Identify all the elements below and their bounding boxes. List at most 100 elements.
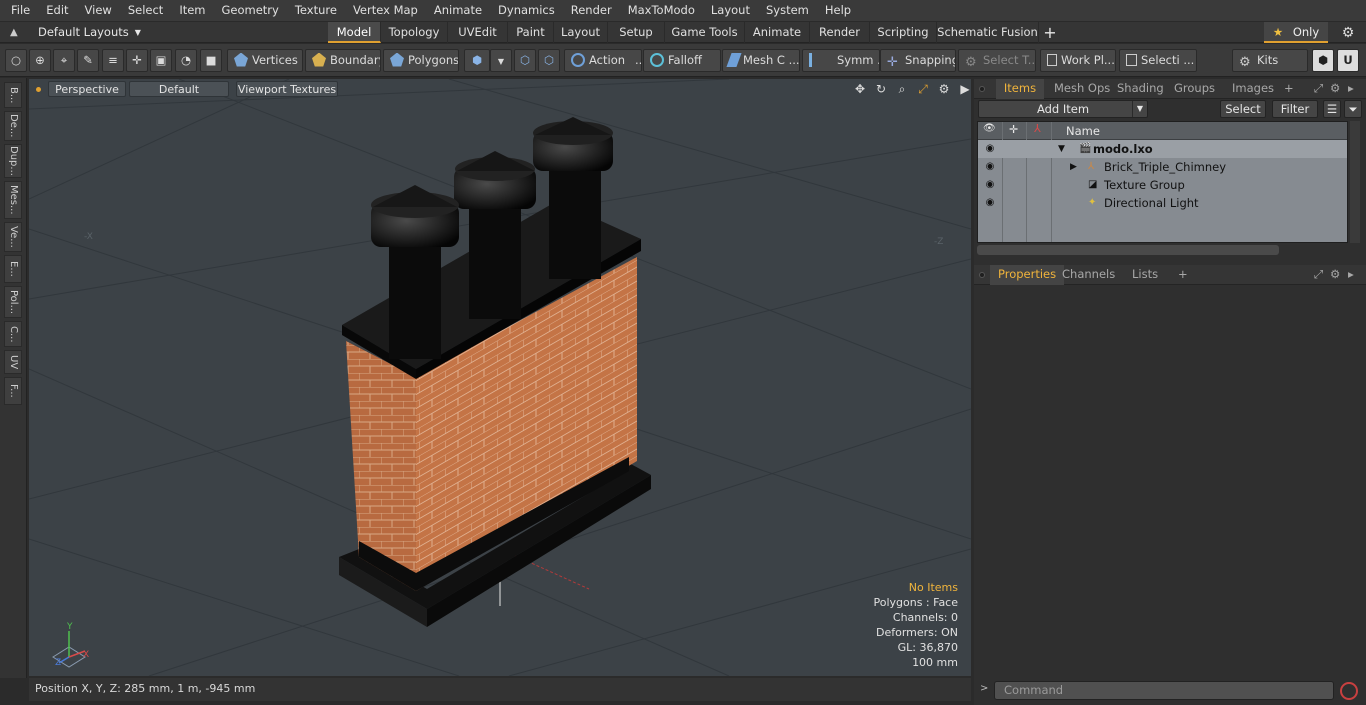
falloff-button[interactable]: Falloff xyxy=(643,49,721,72)
3d-viewport[interactable]: Y X Z -X -Z Perspective Default Viewport… xyxy=(29,79,971,676)
center-icon[interactable]: ▣ xyxy=(150,49,172,72)
shading-style-button[interactable]: Default xyxy=(129,81,229,97)
expand-triangle-icon[interactable]: ▶ xyxy=(1070,158,1077,176)
select-through-button[interactable]: ⚙ Select T... xyxy=(958,49,1036,72)
tab-lists[interactable]: Lists xyxy=(1124,265,1166,285)
maximize-icon[interactable]: ⤢ xyxy=(915,81,931,97)
layouts-dropdown[interactable]: ▲ Default Layouts ▼ xyxy=(6,22,141,43)
tree-horizontal-scrollbar[interactable] xyxy=(977,245,1279,255)
panel-gear-icon[interactable]: ⚙ xyxy=(1330,79,1340,99)
left-tab-polygon[interactable]: Pol... xyxy=(4,286,22,318)
tab-images[interactable]: Images xyxy=(1224,79,1282,99)
pan-icon[interactable]: ✥ xyxy=(852,81,868,97)
snapping-button[interactable]: ✛ Snapping xyxy=(880,49,956,72)
menu-system[interactable]: System xyxy=(758,0,817,21)
menu-dynamics[interactable]: Dynamics xyxy=(490,0,563,21)
tab-properties[interactable]: Properties xyxy=(990,265,1065,285)
tree-vertical-scrollbar[interactable] xyxy=(1350,121,1360,243)
vertices-button[interactable]: Vertices xyxy=(227,49,303,72)
filter-button[interactable]: Filter xyxy=(1272,100,1318,118)
viewport-gear-icon[interactable]: ⚙ xyxy=(936,81,952,97)
tab-channels[interactable]: Channels xyxy=(1054,265,1123,285)
rotate-view-icon[interactable]: ↻ xyxy=(873,81,889,97)
left-tab-vertex[interactable]: Ve... xyxy=(4,222,22,252)
align-icon[interactable]: ≡ xyxy=(102,49,124,72)
gear-icon[interactable]: ⚙ xyxy=(1340,25,1356,41)
menu-file[interactable]: File xyxy=(0,0,38,21)
mesh-constraint-button[interactable]: Mesh C ... xyxy=(722,49,800,72)
add-panel-tab-icon[interactable]: + xyxy=(1276,79,1302,99)
tab-setup[interactable]: Setup xyxy=(608,22,665,43)
tab-mesh-ops[interactable]: Mesh Ops xyxy=(1046,79,1118,99)
menu-help[interactable]: Help xyxy=(817,0,859,21)
visibility-eye-icon[interactable]: ◉ xyxy=(983,140,997,158)
kits-button[interactable]: ⚙ Kits xyxy=(1232,49,1308,72)
viewport-textures-button[interactable]: Viewport Textures xyxy=(236,81,338,97)
select-circle-icon[interactable]: ○ xyxy=(5,49,27,72)
rotate-icon[interactable]: ◔ xyxy=(175,49,197,72)
menu-view[interactable]: View xyxy=(77,0,120,21)
expand-triangle-icon[interactable]: ▼ xyxy=(1058,140,1065,158)
perspective-button[interactable]: Perspective xyxy=(48,81,126,97)
globe-icon[interactable]: ⊕ xyxy=(29,49,51,72)
transform-icon[interactable]: ✛ xyxy=(126,49,148,72)
list-options-icon[interactable]: ☰ xyxy=(1323,100,1341,118)
tab-game-tools[interactable]: Game Tools xyxy=(665,22,745,43)
record-icon[interactable] xyxy=(1340,682,1358,700)
tab-uvedit[interactable]: UVEdit xyxy=(448,22,508,43)
menu-edit[interactable]: Edit xyxy=(38,0,76,21)
zoom-icon[interactable]: ⌕ xyxy=(894,81,910,97)
menu-render[interactable]: Render xyxy=(563,0,620,21)
symmetry-button[interactable]: Symm ... xyxy=(802,49,880,72)
tree-row-scene[interactable]: ◉ ▼ 🎬 modo.lxo xyxy=(978,140,1347,158)
menu-texture[interactable]: Texture xyxy=(287,0,345,21)
tab-items[interactable]: Items xyxy=(996,79,1044,99)
menu-select[interactable]: Select xyxy=(120,0,171,21)
panel-expand-icon[interactable]: ⤢ xyxy=(1314,79,1323,99)
symmetry-y-icon[interactable]: ⬡ xyxy=(538,49,560,72)
add-tab-icon[interactable]: + xyxy=(1039,22,1061,43)
tab-model[interactable]: Model xyxy=(328,22,381,43)
tab-scripting[interactable]: Scripting xyxy=(870,22,937,43)
panel-menu-dot[interactable] xyxy=(979,86,985,92)
action-button[interactable]: Action... xyxy=(564,49,642,72)
mode-dropdown[interactable]: ▼ xyxy=(490,49,512,72)
tree-row-mesh[interactable]: ◉ ▶ ⅄ Brick_Triple_Chimney xyxy=(978,158,1347,176)
tab-topology[interactable]: Topology xyxy=(381,22,448,43)
polygons-button[interactable]: Polygons xyxy=(383,49,459,72)
work-plane-button[interactable]: Work Pl... xyxy=(1040,49,1116,72)
menu-maxtomodo[interactable]: MaxToModo xyxy=(620,0,703,21)
tab-render[interactable]: Render xyxy=(810,22,870,43)
tab-paint[interactable]: Paint xyxy=(508,22,554,43)
tree-row-directional-light[interactable]: ◉ ✦ Directional Light xyxy=(978,194,1347,212)
menu-geometry[interactable]: Geometry xyxy=(214,0,287,21)
properties-arrow-icon[interactable]: ▸ xyxy=(1348,265,1354,285)
filter-funnel-icon[interactable]: ⏷ xyxy=(1344,100,1362,118)
properties-expand-icon[interactable]: ⤢ xyxy=(1314,265,1323,285)
unreal-icon[interactable]: U xyxy=(1337,49,1359,72)
menu-item[interactable]: Item xyxy=(171,0,213,21)
left-tab-curve[interactable]: C... xyxy=(4,321,22,347)
tree-row-texture-group[interactable]: ◉ ◪ Texture Group xyxy=(978,176,1347,194)
viewport-menu-dot[interactable] xyxy=(36,87,41,92)
tab-shading[interactable]: Shading xyxy=(1109,79,1172,99)
symmetry-x-icon[interactable]: ⬡ xyxy=(514,49,536,72)
tab-layout[interactable]: Layout xyxy=(554,22,608,43)
unity-icon[interactable]: ⬢ xyxy=(1312,49,1334,72)
material-mode-button[interactable]: ⬢ xyxy=(464,49,490,72)
left-tab-basic[interactable]: B... xyxy=(4,82,22,108)
visibility-eye-icon[interactable]: ◉ xyxy=(983,194,997,212)
left-tab-edge[interactable]: E... xyxy=(4,255,22,283)
left-tab-duplicate[interactable]: Dup... xyxy=(4,144,22,178)
properties-gear-icon[interactable]: ⚙ xyxy=(1330,265,1340,285)
properties-menu-dot[interactable] xyxy=(979,272,985,278)
add-properties-tab-icon[interactable]: + xyxy=(1170,265,1196,285)
expand-arrow-icon[interactable]: ▶ xyxy=(957,81,971,97)
tab-groups[interactable]: Groups xyxy=(1166,79,1223,99)
menu-animate[interactable]: Animate xyxy=(426,0,490,21)
panel-arrow-icon[interactable]: ▸ xyxy=(1348,79,1354,99)
visibility-eye-icon[interactable]: ◉ xyxy=(983,176,997,194)
brush-icon[interactable]: ✎ xyxy=(77,49,99,72)
select-button[interactable]: Select xyxy=(1220,100,1266,118)
left-tab-uv[interactable]: UV xyxy=(4,350,22,374)
